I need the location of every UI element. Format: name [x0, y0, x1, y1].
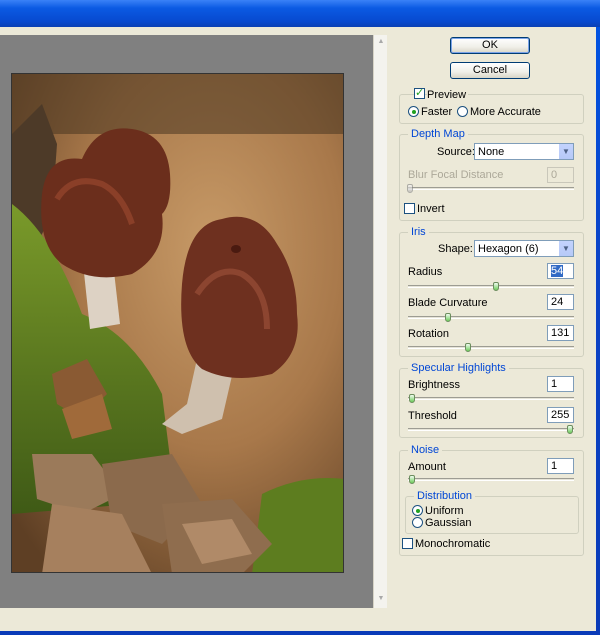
amount-field[interactable]: 1	[547, 458, 574, 474]
mushroom-photo	[12, 74, 343, 572]
gaussian-radio[interactable]	[412, 517, 423, 528]
blur-focal-distance-field[interactable]: 0	[547, 167, 574, 183]
blade-curvature-field[interactable]: 24	[547, 294, 574, 310]
brightness-label: Brightness	[408, 379, 460, 391]
monochromatic-checkbox[interactable]	[402, 538, 413, 549]
blur-focal-distance-slider[interactable]	[407, 184, 574, 193]
monochromatic-label: Monochromatic	[415, 538, 491, 550]
rotation-slider[interactable]	[408, 343, 574, 352]
depth-map-title: Depth Map	[408, 128, 468, 140]
rotation-field[interactable]: 131	[547, 325, 574, 341]
blur-focal-distance-label: Blur Focal Distance	[408, 169, 504, 181]
shape-value: Hexagon (6)	[478, 243, 539, 255]
shape-select[interactable]: Hexagon (6) ▼	[474, 240, 574, 257]
invert-checkbox[interactable]	[404, 203, 415, 214]
threshold-slider[interactable]	[408, 425, 574, 434]
threshold-thumb[interactable]	[567, 425, 573, 434]
specular-highlights-title: Specular Highlights	[408, 362, 509, 374]
faster-label: Faster	[421, 106, 453, 118]
preview-checkbox[interactable]: ✓	[414, 87, 425, 99]
source-select[interactable]: None ▼	[474, 143, 574, 160]
invert-label: Invert	[417, 203, 445, 215]
gaussian-label: Gaussian	[425, 517, 472, 529]
cancel-button[interactable]: Cancel	[450, 62, 530, 79]
rotation-label: Rotation	[408, 328, 449, 340]
blade-curvature-thumb[interactable]	[445, 313, 451, 322]
preview-label: Preview	[427, 89, 469, 101]
more-accurate-radio[interactable]	[457, 106, 468, 117]
source-label: Source:	[437, 146, 475, 158]
radius-field[interactable]: 54	[547, 263, 574, 279]
amount-thumb[interactable]	[409, 475, 415, 484]
distribution-title: Distribution	[414, 490, 476, 502]
scroll-up-arrow-icon[interactable]: ▲	[375, 36, 387, 48]
radius-slider[interactable]	[408, 282, 574, 291]
blade-curvature-label: Blade Curvature	[408, 297, 488, 309]
amount-slider[interactable]	[408, 475, 574, 484]
threshold-label: Threshold	[408, 410, 457, 422]
radius-label: Radius	[408, 266, 443, 278]
shape-label: Shape:	[438, 243, 473, 255]
noise-title: Noise	[408, 444, 443, 456]
uniform-radio[interactable]	[412, 505, 423, 516]
brightness-thumb[interactable]	[409, 394, 415, 403]
dropdown-arrow-icon[interactable]: ▼	[558, 241, 573, 256]
radius-thumb[interactable]	[493, 282, 499, 291]
faster-radio[interactable]	[408, 106, 419, 117]
dropdown-arrow-icon[interactable]: ▼	[558, 144, 573, 159]
brightness-slider[interactable]	[408, 394, 574, 403]
brightness-field[interactable]: 1	[547, 376, 574, 392]
title-bar[interactable]	[0, 0, 600, 27]
ok-button[interactable]: OK	[450, 37, 530, 54]
dialog-window: ▲ ▼ OK Cancel ✓ Preview Faster More Accu…	[0, 0, 600, 635]
more-accurate-label: More Accurate	[470, 106, 541, 118]
preview-image	[11, 73, 344, 573]
radius-value: 54	[551, 265, 564, 277]
blur-focal-distance-thumb[interactable]	[407, 184, 413, 193]
iris-title: Iris	[408, 226, 429, 238]
scroll-down-arrow-icon[interactable]: ▼	[375, 593, 387, 605]
vertical-scrollbar[interactable]: ▲ ▼	[373, 35, 387, 608]
uniform-label: Uniform	[425, 505, 464, 517]
checkmark-icon: ✓	[415, 87, 425, 99]
threshold-field[interactable]: 255	[547, 407, 574, 423]
rotation-thumb[interactable]	[465, 343, 471, 352]
amount-label: Amount	[408, 461, 446, 473]
blade-curvature-slider[interactable]	[408, 313, 574, 322]
source-value: None	[478, 146, 505, 158]
